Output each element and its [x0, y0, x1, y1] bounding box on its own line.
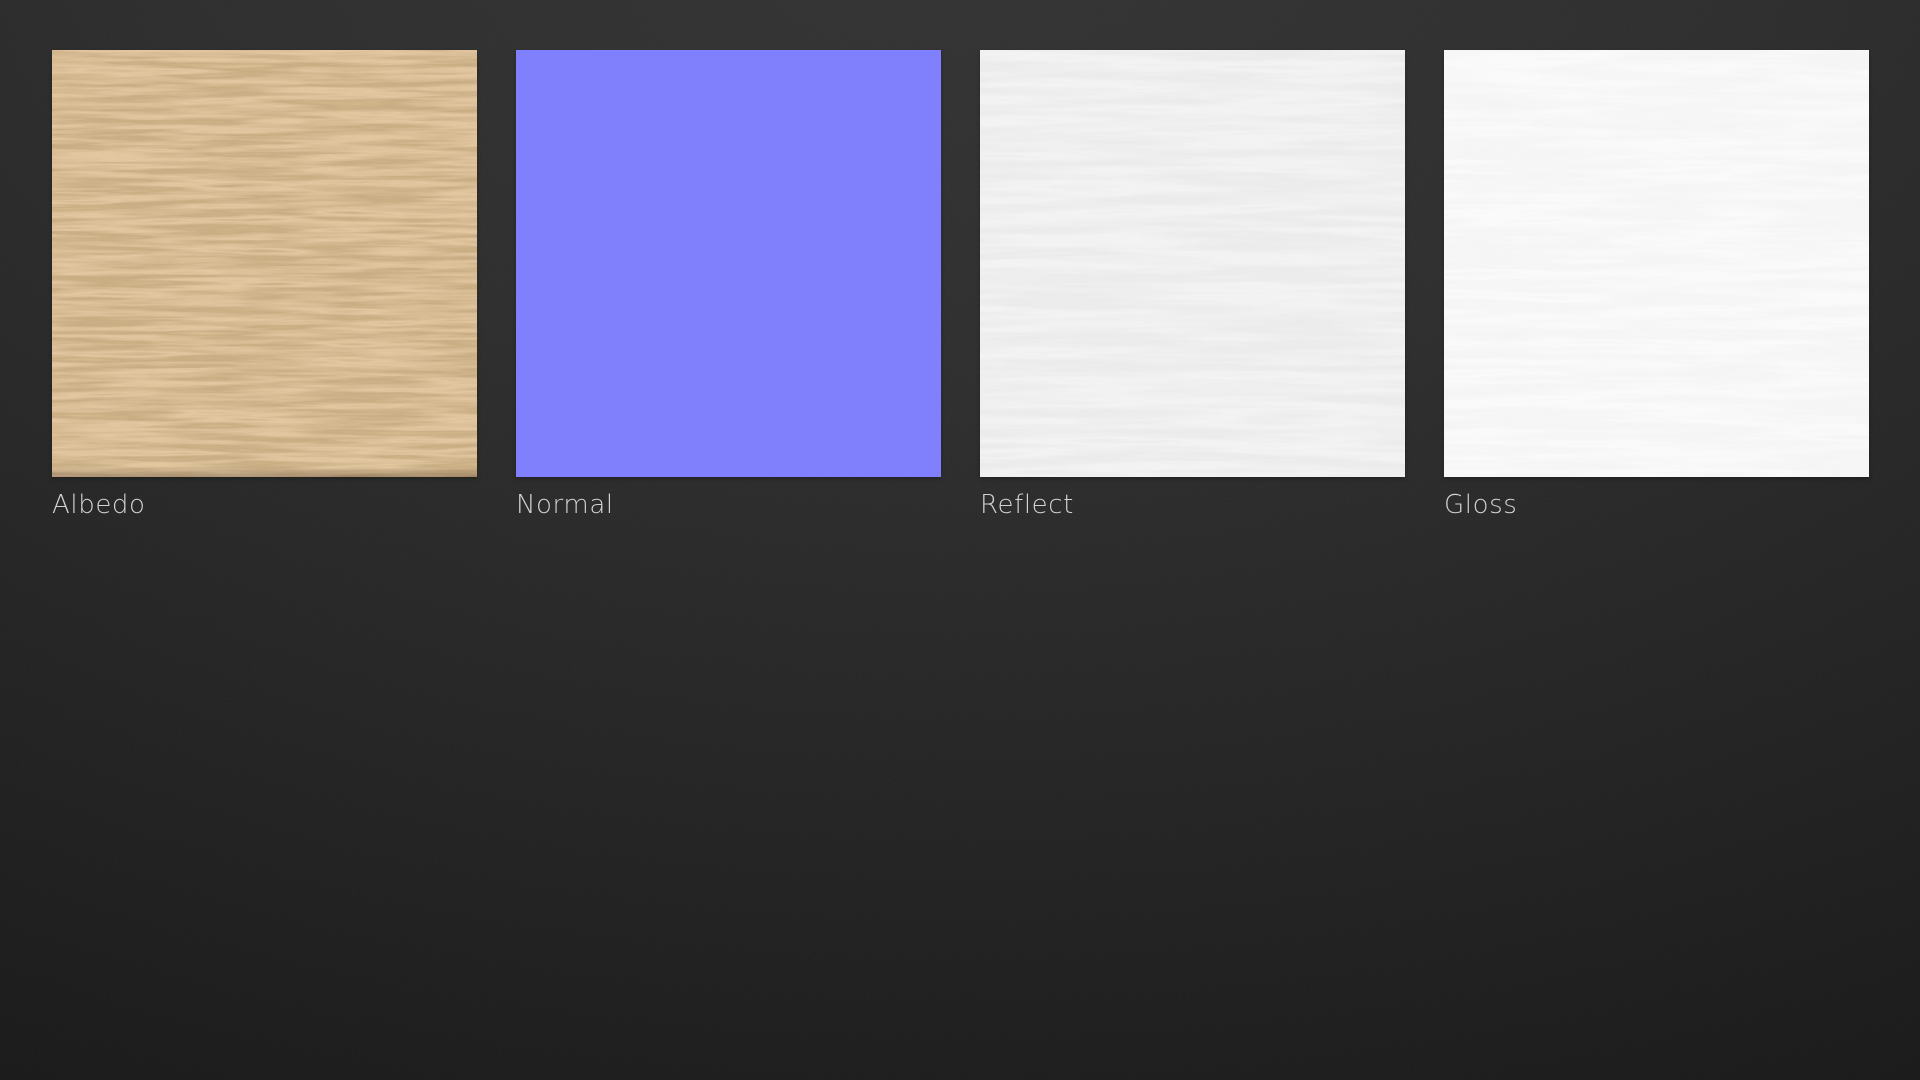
gloss-texture-label: Gloss — [1444, 490, 1518, 520]
normal-texture-label: Normal — [516, 490, 614, 520]
brushed-white-texture-image — [1444, 50, 1869, 477]
albedo-texture-thumbnail[interactable] — [52, 50, 477, 477]
reflect-texture-thumbnail[interactable] — [980, 50, 1405, 477]
gloss-texture-thumbnail[interactable] — [1444, 50, 1869, 477]
texture-card-reflect: Reflect — [980, 50, 1405, 521]
texture-map-grid: Albedo Normal Reflect Gloss — [52, 50, 1869, 521]
brushed-gray-texture-image — [980, 50, 1405, 477]
texture-card-albedo: Albedo — [52, 50, 477, 521]
normal-texture-thumbnail[interactable] — [516, 50, 941, 477]
reflect-texture-label: Reflect — [980, 490, 1074, 520]
wood-grain-texture-image — [52, 50, 477, 477]
albedo-texture-label: Albedo — [52, 490, 146, 520]
texture-card-gloss: Gloss — [1444, 50, 1869, 521]
texture-card-normal: Normal — [516, 50, 941, 521]
flat-normal-map-image — [516, 50, 941, 477]
